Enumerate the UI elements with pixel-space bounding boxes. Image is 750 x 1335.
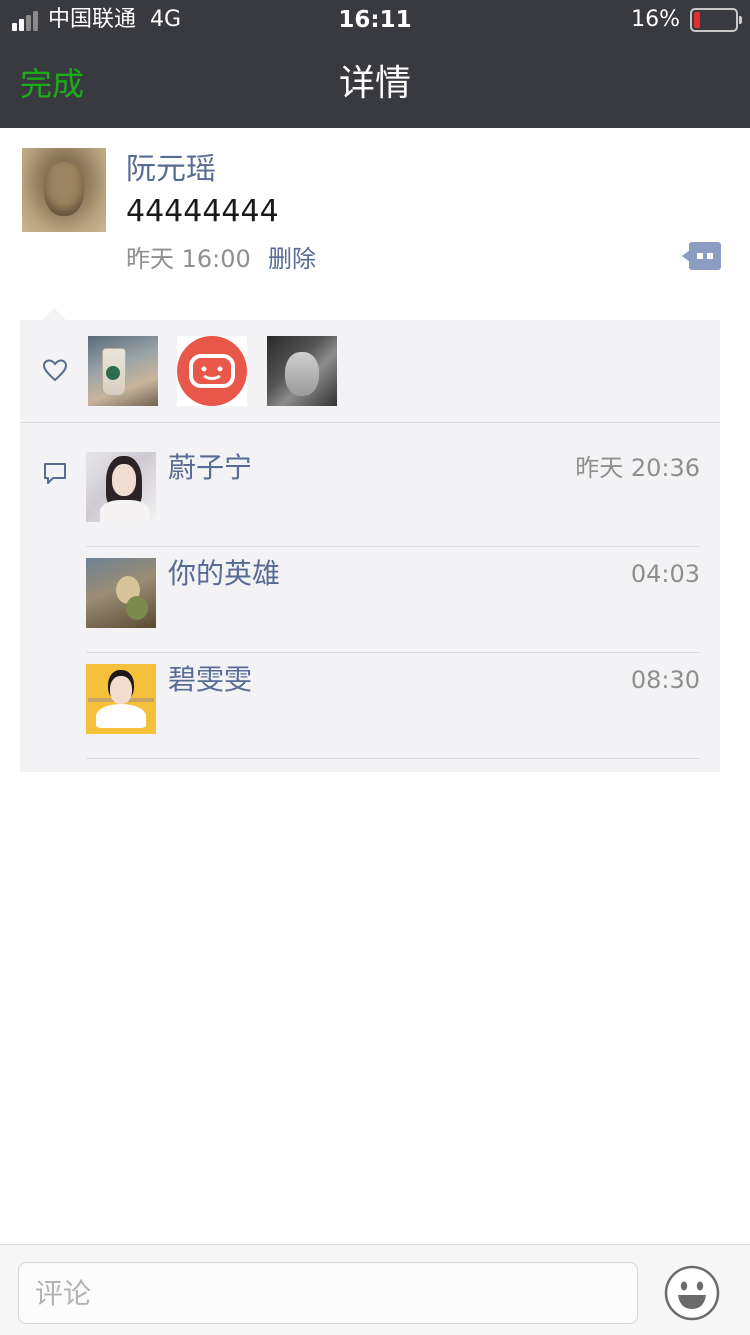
comment-item[interactable]: 你的英雄 04:03 xyxy=(86,557,700,664)
heart-outline-icon xyxy=(42,359,68,382)
battery-level-fill xyxy=(694,12,700,28)
commenter-name[interactable]: 你的英雄 xyxy=(168,554,280,594)
page-title: 详情 xyxy=(338,63,411,104)
like-avatar-starbucks[interactable] xyxy=(88,336,158,406)
comment-divider xyxy=(86,546,700,547)
comment-avatar[interactable] xyxy=(86,664,156,734)
comment-time: 昨天 20:36 xyxy=(575,454,700,482)
comment-item[interactable]: 碧雯雯 08:30 xyxy=(86,663,700,770)
smile-icon xyxy=(189,354,235,388)
comment-input[interactable] xyxy=(18,1262,638,1324)
smiley-face-icon[interactable] xyxy=(664,1265,720,1321)
comment-time: 04:03 xyxy=(630,560,700,588)
status-bar: 中国联通 4G 16:11 16% xyxy=(0,0,750,40)
like-avatar-bw-portrait[interactable] xyxy=(267,336,337,406)
toy-frog xyxy=(126,596,148,620)
comment-time: 08:30 xyxy=(630,666,700,694)
likes-comments-panel: 蔚子宁 昨天 20:36 你的英雄 04:03 碧雯雯 08:30 xyxy=(20,308,720,772)
status-right: 16% xyxy=(631,6,742,34)
nav-bar: 完成 详情 xyxy=(0,40,750,128)
avatar-face xyxy=(112,464,136,496)
comment-divider xyxy=(86,758,700,759)
comment-avatar[interactable] xyxy=(86,452,156,522)
more-actions-icon[interactable] xyxy=(682,240,722,272)
avatar-face xyxy=(110,676,132,704)
comment-avatar[interactable] xyxy=(86,558,156,628)
post-content: 44444444 xyxy=(126,194,279,229)
comment-item[interactable]: 蔚子宁 昨天 20:36 xyxy=(86,451,700,558)
avatar-body xyxy=(96,704,146,728)
author-avatar[interactable] xyxy=(22,148,106,232)
commenter-name[interactable]: 碧雯雯 xyxy=(168,660,252,700)
avatar-body xyxy=(100,500,150,522)
like-avatar-red-smile[interactable] xyxy=(177,336,247,406)
comment-divider xyxy=(86,652,700,653)
portrait-face xyxy=(285,352,319,396)
post-timestamp: 昨天 16:00 xyxy=(126,245,251,273)
commenter-name[interactable]: 蔚子宁 xyxy=(168,448,252,488)
delete-button[interactable]: 删除 xyxy=(268,243,316,275)
battery-icon xyxy=(690,8,742,32)
avatar-face xyxy=(44,162,84,216)
cup-logo xyxy=(106,366,120,380)
likes-divider xyxy=(20,422,720,423)
speech-bubble-icon xyxy=(44,463,66,484)
comment-input-bar xyxy=(0,1244,750,1335)
author-name[interactable]: 阮元瑶 xyxy=(126,150,216,190)
battery-percent: 16% xyxy=(631,7,680,32)
